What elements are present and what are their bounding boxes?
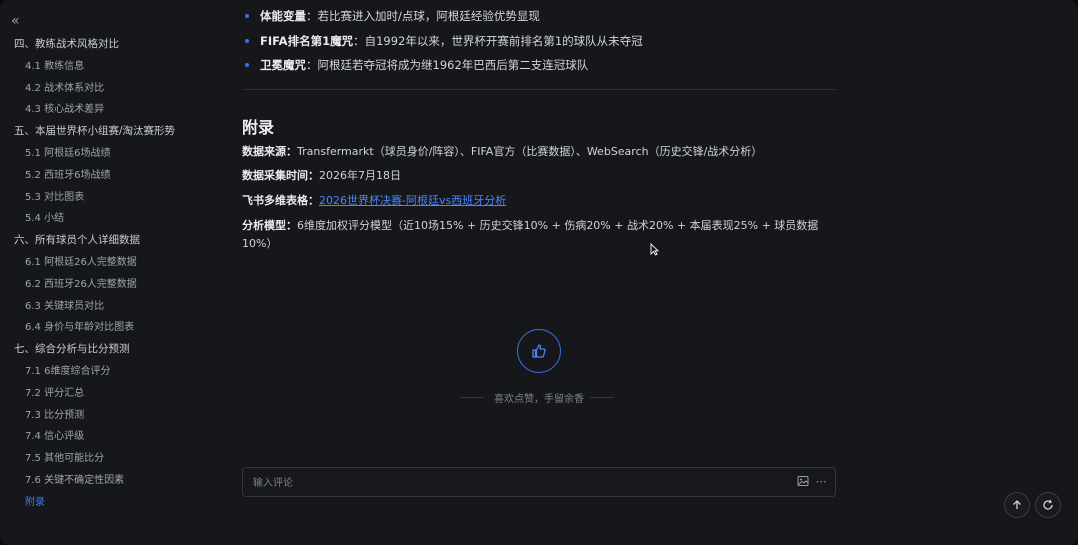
- arrow-up-icon: [1013, 500, 1021, 509]
- bullet-text: ：自1992年以来，世界杯开赛前排名第1的球队从未夺冠: [353, 33, 643, 48]
- bullet-title: FIFA排名第1魔咒: [260, 33, 354, 48]
- more-icon[interactable]: ⋯: [814, 475, 828, 489]
- comment-box: ⋯: [242, 467, 836, 498]
- toc-subsection-item[interactable]: 7.5 其他可能比分: [0, 448, 200, 470]
- app-window: « 四、教练战术风格对比 4.1 教练信息 4.2 战术体系对比 4.3 核心战术差异…: [0, 0, 1078, 545]
- like-button[interactable]: [517, 329, 561, 373]
- thumbs-up-icon: [532, 344, 546, 358]
- bullet-list: 体能变量：若比赛进入加时/点球，阿根廷经验优势显现 FIFA排名第1魔咒：自19…: [242, 4, 836, 78]
- bitable-label: 飞书多维表格：: [242, 194, 319, 207]
- toc-subsection-item[interactable]: 7.4 信心评级: [0, 426, 200, 448]
- toc-subsection-item[interactable]: 4.2 战术体系对比: [0, 78, 200, 100]
- collection-time-label: 数据采集时间：: [242, 169, 319, 182]
- data-source-label: 数据来源：: [242, 145, 297, 158]
- refresh-button[interactable]: [1035, 492, 1061, 518]
- toc-subsection-item[interactable]: 5.2 西班牙6场战绩: [0, 165, 200, 187]
- toc-list: 四、教练战术风格对比 4.1 教练信息 4.2 战术体系对比 4.3 核心战术差异 五、…: [0, 34, 200, 514]
- scroll-top-button[interactable]: [1004, 492, 1030, 518]
- data-source: 数据来源：Transfermarkt（球员身价/阵容）、FIFA官方（比赛数据）…: [242, 143, 836, 161]
- toc-section-item[interactable]: 四、教练战术风格对比: [0, 34, 200, 56]
- like-divider-right: [590, 397, 614, 398]
- analysis-model-label: 分析模型：: [242, 219, 297, 232]
- list-item: FIFA排名第1魔咒：自1992年以来，世界杯开赛前排名第1的球队从未夺冠: [242, 29, 836, 54]
- toc-subsection-item[interactable]: 7.6 关键不确定性因素: [0, 470, 200, 492]
- bitable-link-row: 飞书多维表格：2026世界杯决赛-阿根廷vs西班牙分析: [242, 192, 836, 210]
- image-icon[interactable]: [796, 475, 810, 489]
- appendix-heading: 附录: [242, 118, 275, 137]
- section-divider: [242, 89, 836, 90]
- toc-subsection-item[interactable]: 4.1 教练信息: [0, 56, 200, 78]
- toc-subsection-item[interactable]: 5.1 阿根廷6场战绩: [0, 143, 200, 165]
- list-item: 卫冕魔咒：阿根廷若夺冠将成为继1962年巴西后第二支连冠球队: [242, 53, 836, 78]
- collection-time-text: 2026年7月18日: [319, 169, 401, 182]
- analysis-model: 分析模型：6维度加权评分模型（近10场15% + 历史交锋10% + 伤病20%…: [242, 217, 836, 253]
- toc-subsection-item[interactable]: 6.2 西班牙26人完整数据: [0, 274, 200, 296]
- toc-subsection-item[interactable]: 附录: [0, 492, 200, 514]
- bullet-text: ：若比赛进入加时/点球，阿根廷经验优势显现: [306, 9, 540, 23]
- like-caption: 喜欢点赞，手留余香: [494, 394, 584, 405]
- collapse-sidebar-icon[interactable]: «: [11, 12, 29, 30]
- toc-subsection-item[interactable]: 6.3 关键球员对比: [0, 296, 200, 318]
- toc-subsection-item[interactable]: 6.1 阿根廷26人完整数据: [0, 252, 200, 274]
- mouse-cursor-icon: [650, 242, 660, 256]
- toc-subsection-item[interactable]: 5.4 小结: [0, 208, 200, 230]
- bullet-title: 体能变量: [260, 9, 306, 23]
- bitable-link[interactable]: 2026世界杯决赛-阿根廷vs西班牙分析: [319, 194, 506, 207]
- data-source-text: Transfermarkt（球员身价/阵容）、FIFA官方（比赛数据）、WebS…: [297, 145, 763, 158]
- toc-subsection-item[interactable]: 6.4 身价与年龄对比图表: [0, 317, 200, 339]
- comment-input[interactable]: [251, 468, 755, 498]
- bullet-title: 卫冕魔咒: [260, 58, 306, 72]
- collection-time: 数据采集时间：2026年7月18日: [242, 167, 836, 185]
- toc-subsection-item[interactable]: 7.1 6维度综合评分: [0, 361, 200, 383]
- toc-subsection-item[interactable]: 4.3 核心战术差异: [0, 99, 200, 121]
- refresh-icon: [1043, 499, 1053, 510]
- document-content: 体能变量：若比赛进入加时/点球，阿根廷经验优势显现 FIFA排名第1魔咒：自19…: [242, 0, 836, 545]
- toc-subsection-item[interactable]: 5.3 对比图表: [0, 187, 200, 209]
- toc-section-item[interactable]: 六、所有球员个人详细数据: [0, 230, 200, 252]
- list-item: 体能变量：若比赛进入加时/点球，阿根廷经验优势显现: [242, 4, 836, 29]
- toc-section-item[interactable]: 七、综合分析与比分预测: [0, 339, 200, 361]
- toc-sidebar: « 四、教练战术风格对比 4.1 教练信息 4.2 战术体系对比 4.3 核心战术差异…: [0, 0, 200, 545]
- toc-subsection-item[interactable]: 7.2 评分汇总: [0, 383, 200, 405]
- bullet-text: ：阿根廷若夺冠将成为继1962年巴西后第二支连冠球队: [306, 58, 589, 72]
- toc-section-item[interactable]: 五、本届世界杯小组赛/淘汰赛形势: [0, 121, 200, 143]
- analysis-model-text: 6维度加权评分模型（近10场15% + 历史交锋10% + 伤病20% + 战术…: [242, 219, 819, 250]
- toc-subsection-item[interactable]: 7.3 比分预测: [0, 405, 200, 427]
